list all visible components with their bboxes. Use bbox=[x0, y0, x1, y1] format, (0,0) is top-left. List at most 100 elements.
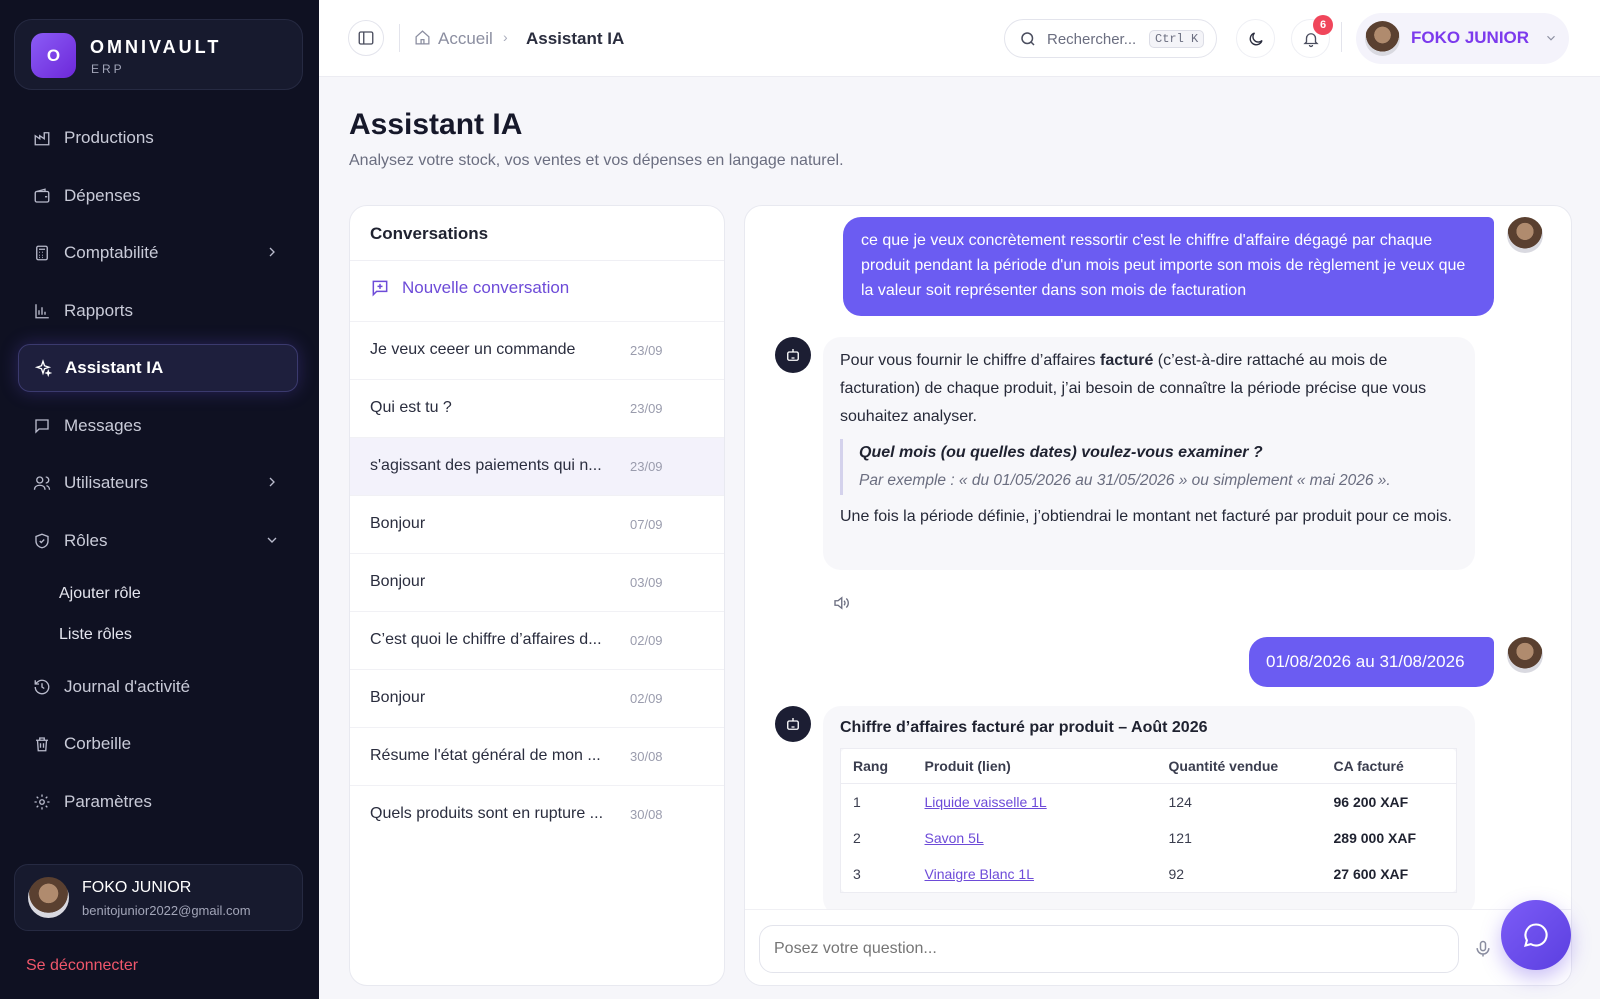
new-chat-icon bbox=[372, 280, 388, 297]
sidebar-item-label: Comptabilité bbox=[64, 243, 159, 262]
conversation-item[interactable]: Résume l'état général de mon ... 30/08 bbox=[350, 727, 724, 785]
sidebar-user-card[interactable]: FOKO JUNIOR benitojunior2022@gmail.com bbox=[14, 864, 303, 931]
home-icon bbox=[415, 30, 430, 45]
conversation-text: Bonjour bbox=[370, 689, 426, 706]
divider bbox=[399, 24, 400, 52]
product-link[interactable]: Liquide vaisselle 1L bbox=[913, 784, 1157, 821]
sidebar-item-corbeille[interactable]: Corbeille bbox=[18, 720, 298, 768]
table-header: Quantité vendue bbox=[1156, 748, 1322, 784]
table-row: 3 Vinaigre Blanc 1L 92 27 600 XAF bbox=[841, 856, 1457, 893]
user-message: 01/08/2026 au 31/08/2026 bbox=[1249, 637, 1494, 687]
conversation-item[interactable]: Quels produits sont en rupture ... 30/08 bbox=[350, 785, 724, 843]
conversation-item[interactable]: Qui est tu ? 23/09 bbox=[350, 379, 724, 437]
bot-message: Pour vous fournir le chiffre d’affaires … bbox=[823, 337, 1475, 570]
profile-menu[interactable]: FOKO JUNIOR bbox=[1356, 13, 1569, 64]
table-cell: 121 bbox=[1168, 830, 1192, 846]
quote-question: Quel mois (ou quelles dates) voulez-vous… bbox=[859, 444, 1263, 461]
question-input[interactable] bbox=[774, 940, 1434, 958]
bot-avatar bbox=[775, 706, 811, 742]
sidebar-item-assistant-ia[interactable]: Assistant IA bbox=[18, 344, 298, 392]
conversation-date: 03/09 bbox=[630, 575, 663, 590]
avatar bbox=[1507, 217, 1543, 253]
conversation-date: 30/08 bbox=[630, 807, 663, 822]
sidebar-item-parametres[interactable]: Paramètres bbox=[18, 778, 298, 826]
user-email: benitojunior2022@gmail.com bbox=[82, 903, 251, 918]
wallet-icon bbox=[32, 186, 52, 206]
avatar bbox=[1365, 21, 1400, 56]
sidebar-toggle-icon bbox=[358, 31, 374, 45]
speaker-icon[interactable] bbox=[832, 594, 850, 612]
conversation-text: Quels produits sont en rupture ... bbox=[370, 805, 604, 822]
sidebar-item-label: Rapports bbox=[64, 301, 133, 320]
sidebar-toggle-button[interactable] bbox=[348, 20, 384, 56]
notifications-button[interactable]: 6 bbox=[1291, 15, 1333, 58]
bot-text: Pour vous fournir le chiffre d’affaires bbox=[840, 352, 1100, 369]
sidebar-item-label: Rôles bbox=[64, 531, 108, 550]
sidebar-item-label: Utilisateurs bbox=[64, 473, 149, 492]
history-icon bbox=[32, 677, 52, 697]
chat-bubble-icon bbox=[1524, 923, 1548, 947]
topbar: Accueil › Assistant IA Rechercher... Ctr… bbox=[319, 0, 1600, 77]
sidebar-item-utilisateurs[interactable]: Utilisateurs bbox=[18, 459, 298, 507]
divider bbox=[1341, 22, 1342, 52]
conversations-panel: Conversations Nouvelle conversation Je v… bbox=[349, 205, 725, 986]
conversation-text: Bonjour bbox=[370, 515, 426, 532]
sidebar-item-roles[interactable]: Rôles bbox=[18, 517, 298, 565]
sidebar-item-rapports[interactable]: Rapports bbox=[18, 287, 298, 335]
conversation-date: 30/08 bbox=[630, 749, 663, 764]
bot-message: Chiffre d’affaires facturé par produit –… bbox=[823, 706, 1475, 916]
conversation-item[interactable]: Je veux ceeer un commande 23/09 bbox=[350, 321, 724, 379]
conversation-text: C’est quoi le chiffre d’affaires d... bbox=[370, 631, 602, 648]
sidebar-item-label: Dépenses bbox=[64, 186, 141, 205]
sidebar-item-journal[interactable]: Journal d'activité bbox=[18, 663, 298, 711]
conversation-text: s'agissant des paiements qui n... bbox=[370, 457, 602, 474]
table-cell: 1 bbox=[853, 794, 861, 810]
bot-paragraph: Une fois la période définie, j’obtiendra… bbox=[840, 508, 1452, 525]
sidebar-subitem-liste-roles[interactable]: Liste rôles bbox=[59, 626, 132, 644]
chevron-down-icon bbox=[1547, 35, 1555, 41]
sidebar-subitem-ajouter-role[interactable]: Ajouter rôle bbox=[59, 585, 141, 603]
conversation-date: 23/09 bbox=[630, 401, 663, 416]
robot-icon bbox=[787, 349, 799, 361]
theme-toggle-button[interactable] bbox=[1236, 19, 1275, 58]
conversation-item[interactable]: Bonjour 03/09 bbox=[350, 553, 724, 611]
conversation-item[interactable]: Bonjour 07/09 bbox=[350, 495, 724, 553]
user-name: FOKO JUNIOR bbox=[82, 879, 192, 896]
gear-icon bbox=[32, 792, 52, 812]
search-shortcut: Ctrl K bbox=[1149, 30, 1205, 48]
bot-text-bold: facturé bbox=[1099, 352, 1154, 369]
profile-name: FOKO JUNIOR bbox=[1411, 28, 1530, 47]
brand-card[interactable]: O OMNIVAULT ERP bbox=[14, 19, 303, 90]
sidebar-item-comptabilite[interactable]: Comptabilité bbox=[18, 229, 298, 277]
microphone-icon[interactable] bbox=[1473, 939, 1493, 959]
search-placeholder: Rechercher... bbox=[1047, 31, 1137, 48]
sidebar-item-depenses[interactable]: Dépenses bbox=[18, 172, 298, 220]
conversation-item[interactable]: C’est quoi le chiffre d’affaires d... 02/… bbox=[350, 611, 724, 669]
table-cell: 27 600 XAF bbox=[1333, 866, 1409, 882]
product-link[interactable]: Savon 5L bbox=[913, 820, 1157, 856]
search-box[interactable]: Rechercher... Ctrl K bbox=[1004, 19, 1217, 58]
bot-quote: Quel mois (ou quelles dates) voulez-vous… bbox=[840, 439, 1458, 495]
table-header: Rang bbox=[840, 748, 913, 784]
new-conversation-button[interactable]: Nouvelle conversation bbox=[370, 278, 569, 298]
sidebar-item-label: Corbeille bbox=[64, 734, 132, 753]
table-header: Produit (lien) bbox=[912, 748, 1157, 784]
new-conversation-label: Nouvelle conversation bbox=[402, 278, 570, 297]
question-input-box[interactable] bbox=[759, 925, 1459, 973]
factory-icon bbox=[32, 128, 52, 148]
breadcrumb-home[interactable]: Accueil bbox=[438, 29, 493, 49]
table-header: CA facturé bbox=[1321, 748, 1457, 784]
product-link[interactable]: Vinaigre Blanc 1L bbox=[913, 856, 1157, 893]
conversation-item-selected[interactable]: s'agissant des paiements qui n... 23/09 bbox=[350, 437, 724, 495]
logout-link[interactable]: Se déconnecter bbox=[26, 957, 138, 975]
chat-fab-button[interactable] bbox=[1501, 900, 1571, 970]
bot-paragraph: Pour vous fournir le chiffre d’affaires … bbox=[840, 347, 1458, 431]
sidebar-item-productions[interactable]: Productions bbox=[18, 114, 298, 162]
table-cell: 2 bbox=[853, 830, 861, 846]
conversation-item[interactable]: Bonjour 02/09 bbox=[350, 669, 724, 727]
sidebar-item-messages[interactable]: Messages bbox=[18, 402, 298, 450]
conversation-date: 23/09 bbox=[630, 459, 663, 474]
table-row: 1 Liquide vaisselle 1L 124 96 200 XAF bbox=[841, 784, 1457, 821]
conversation-date: 07/09 bbox=[630, 517, 663, 532]
breadcrumb-current: Assistant IA bbox=[526, 29, 625, 48]
